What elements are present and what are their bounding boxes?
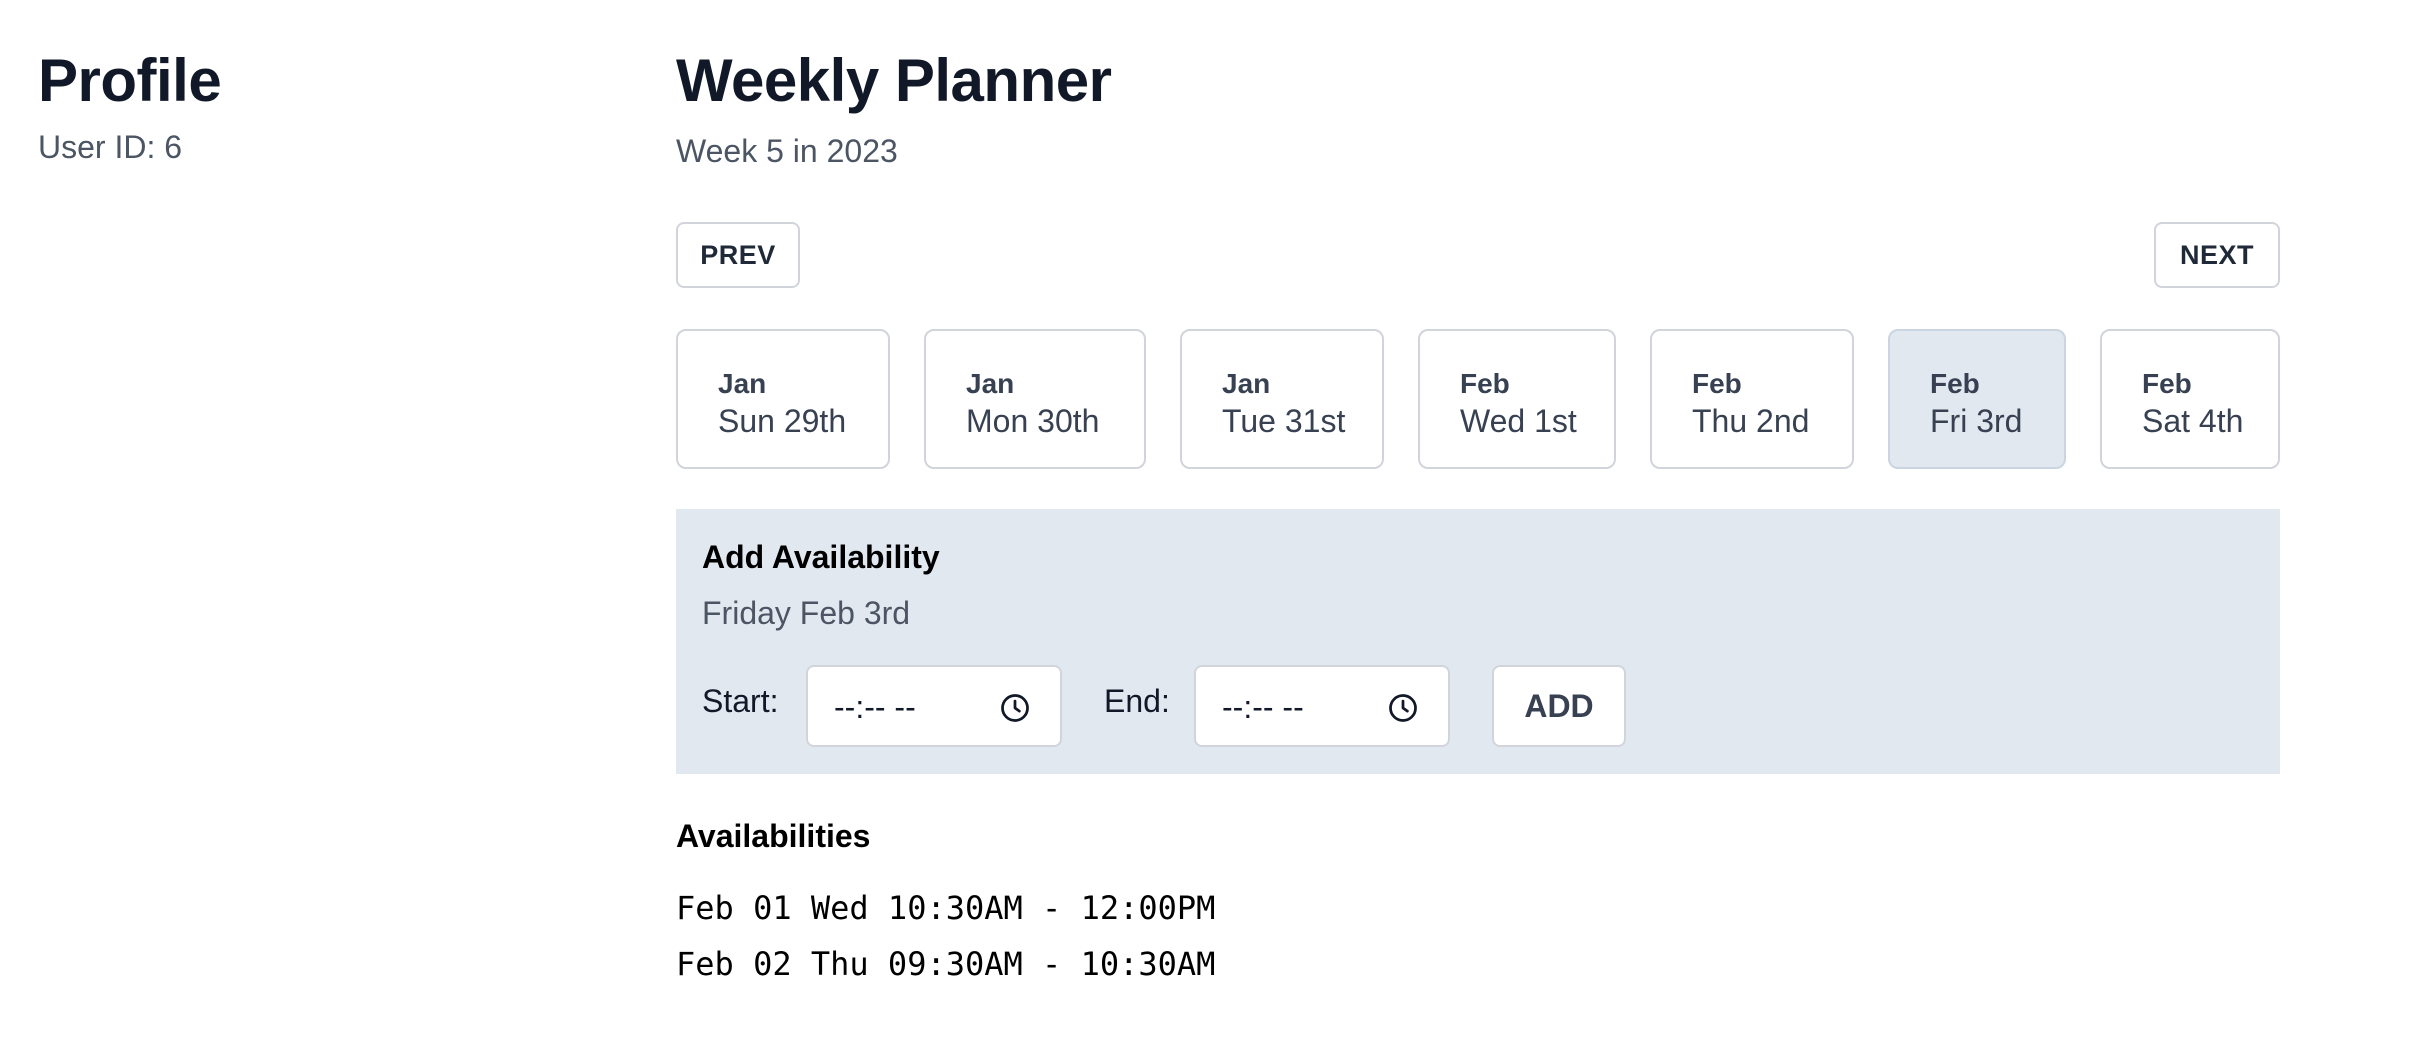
day-label: Thu 2nd (1692, 403, 1810, 439)
day-month: Jan (1222, 368, 1271, 399)
availability-item: Feb 02 Thu 09:30AM - 10:30AM (676, 945, 1216, 983)
availability-item: Feb 01 Wed 10:30AM - 12:00PM (676, 889, 1216, 927)
availabilities-title: Availabilities (676, 818, 871, 854)
day-month: Jan (966, 368, 1015, 399)
day-card-tue[interactable]: Jan Tue 31st (1180, 329, 1384, 469)
day-card-thu[interactable]: Feb Thu 2nd (1650, 329, 1854, 469)
end-time-value: --:-- -- (1222, 689, 1304, 725)
day-label: Sun 29th (718, 403, 847, 439)
add-availability-button[interactable]: ADD (1492, 665, 1626, 747)
day-card-sun[interactable]: Jan Sun 29th (676, 329, 890, 469)
day-label: Wed 1st (1460, 403, 1577, 439)
week-navigation: PREV NEXT (676, 222, 2280, 290)
add-availability-title: Add Availability (702, 539, 940, 575)
next-week-button[interactable]: NEXT (2154, 222, 2280, 288)
start-label: Start: (702, 683, 779, 719)
clock-icon[interactable] (1388, 693, 1418, 723)
day-card-mon[interactable]: Jan Mon 30th (924, 329, 1146, 469)
day-label: Tue 31st (1222, 403, 1346, 439)
day-month: Feb (1692, 368, 1742, 399)
end-time-input[interactable]: --:-- -- (1194, 665, 1450, 747)
start-time-value: --:-- -- (834, 689, 916, 725)
day-month: Feb (1930, 368, 1980, 399)
day-month: Jan (718, 368, 767, 399)
day-card-sat[interactable]: Feb Sat 4th (2100, 329, 2280, 469)
day-label: Fri 3rd (1930, 403, 2023, 439)
planner-section: Weekly Planner Week 5 in 2023 PREV NEXT … (676, 44, 2280, 983)
start-time-input[interactable]: --:-- -- (806, 665, 1062, 747)
user-id: User ID: 6 (38, 129, 183, 165)
day-card-wed[interactable]: Feb Wed 1st (1418, 329, 1616, 469)
clock-icon[interactable] (1000, 693, 1030, 723)
profile-section: Profile User ID: 6 (38, 44, 222, 166)
prev-week-button[interactable]: PREV (676, 222, 800, 288)
end-label: End: (1104, 683, 1170, 719)
selected-date: Friday Feb 3rd (702, 595, 911, 631)
page: Profile User ID: 6 Weekly Planner Week 5… (0, 0, 2430, 1050)
day-card-fri[interactable]: Feb Fri 3rd (1888, 329, 2066, 469)
availabilities-list: Feb 01 Wed 10:30AM - 12:00PM Feb 02 Thu … (676, 880, 1215, 992)
day-month: Feb (1460, 368, 1510, 399)
planner-title: Weekly Planner (676, 47, 1112, 114)
week-label: Week 5 in 2023 (676, 133, 898, 169)
day-label: Sat 4th (2142, 403, 2244, 439)
add-availability-panel: Add Availability Friday Feb 3rd Start: -… (676, 509, 2280, 774)
day-selector: Jan Sun 29th Jan Mon 30th Jan Tue 31st F… (676, 329, 2280, 469)
day-label: Mon 30th (966, 403, 1100, 439)
day-month: Feb (2142, 368, 2192, 399)
profile-title: Profile (38, 47, 222, 114)
